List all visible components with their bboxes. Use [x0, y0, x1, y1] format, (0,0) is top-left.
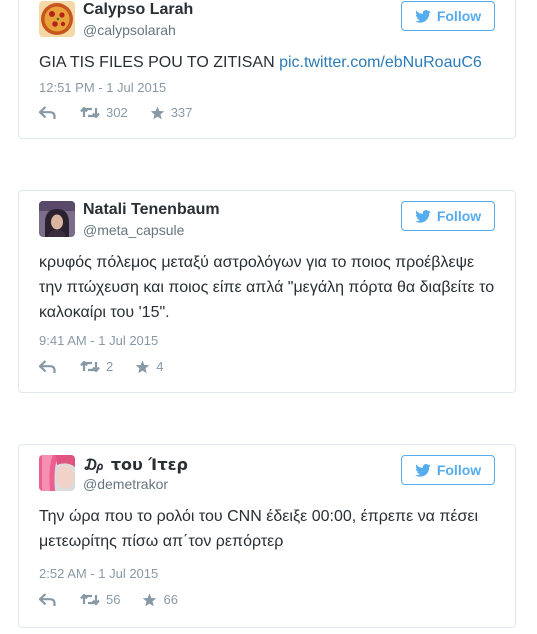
reply-icon [39, 359, 56, 373]
tweet-actions: 56 66 [39, 592, 178, 607]
retweet-icon [80, 360, 100, 373]
twitter-bird-icon [415, 463, 431, 477]
display-name[interactable]: ₯ του Ίτερ [83, 455, 188, 474]
tweet-link[interactable]: pic.twitter.com/ebNuRoauC6 [279, 54, 482, 71]
favorite-button[interactable]: 337 [150, 105, 193, 120]
follow-button[interactable]: Follow [401, 1, 495, 31]
user-handle[interactable]: @calypsolarah [83, 22, 176, 38]
tweet-text-body: κρυφός πόλεμος μεταξύ αστρολόγων για το … [39, 254, 495, 321]
avatar[interactable] [39, 1, 75, 37]
pink-hair-avatar-icon [39, 455, 75, 491]
favorite-count: 337 [170, 105, 193, 120]
reply-button[interactable] [39, 359, 56, 374]
reply-button[interactable] [39, 105, 56, 120]
star-icon [150, 106, 165, 119]
tweet-text-body: Την ώρα που το ρολόι του CNN έδειξε 00:0… [39, 508, 479, 550]
retweet-button[interactable]: 56 [80, 592, 120, 607]
twitter-bird-icon [415, 209, 431, 223]
favorite-count: 4 [156, 359, 164, 374]
tweet-timestamp[interactable]: 9:41 AM - 1 Jul 2015 [39, 333, 158, 348]
follow-button[interactable]: Follow [401, 201, 495, 231]
follow-label: Follow [436, 462, 482, 478]
retweet-icon [80, 593, 100, 606]
display-name[interactable]: Natali Tenenbaum [83, 201, 220, 219]
favorite-button[interactable]: 4 [135, 359, 163, 374]
retweet-count: 56 [106, 592, 121, 607]
tweet-actions: 302 337 [39, 105, 192, 120]
retweet-button[interactable]: 302 [80, 105, 128, 120]
follow-button[interactable]: Follow [401, 455, 495, 485]
tweet-timestamp[interactable]: 12:51 PM - 1 Jul 2015 [39, 80, 166, 95]
retweet-count: 2 [106, 359, 114, 374]
pizza-avatar-icon [39, 1, 75, 37]
person-avatar-icon [39, 201, 75, 237]
tweet-text: κρυφός πόλεμος μεταξύ αστρολόγων για το … [39, 250, 495, 325]
follow-label: Follow [436, 208, 482, 224]
star-icon [135, 360, 150, 373]
reply-icon [39, 105, 56, 119]
avatar[interactable] [39, 455, 75, 491]
tweet-card: Natali Tenenbaum @meta_capsule Follow κρ… [18, 190, 516, 393]
user-handle[interactable]: @demetrakor [83, 476, 168, 492]
tweet-card: Calypso Larah @calypsolarah Follow GIA T… [18, 0, 516, 139]
tweet-text: GIA TIS FILES POU TO ZITISAN pic.twitter… [39, 50, 495, 75]
star-icon [143, 593, 157, 606]
reply-button[interactable] [39, 592, 56, 607]
tweet-text: Την ώρα που το ρολόι του CNN έδειξε 00:0… [39, 504, 495, 554]
user-handle[interactable]: @meta_capsule [83, 222, 184, 238]
reply-icon [39, 592, 56, 606]
follow-label: Follow [436, 8, 482, 24]
display-name[interactable]: Calypso Larah [83, 1, 193, 19]
tweet-card: ₯ του Ίτερ @demetrakor Follow Την ώρα πο… [18, 444, 516, 628]
retweet-count: 302 [106, 105, 128, 120]
twitter-bird-icon [415, 9, 431, 23]
tweet-text-body: GIA TIS FILES POU TO ZITISAN [39, 54, 280, 71]
avatar[interactable] [39, 201, 75, 237]
retweet-icon [80, 106, 100, 119]
tweet-actions: 2 4 [39, 359, 163, 374]
retweet-button[interactable]: 2 [80, 359, 113, 374]
tweet-timestamp[interactable]: 2:52 AM - 1 Jul 2015 [39, 566, 158, 581]
favorite-button[interactable]: 66 [142, 592, 178, 607]
favorite-count: 66 [163, 592, 178, 607]
